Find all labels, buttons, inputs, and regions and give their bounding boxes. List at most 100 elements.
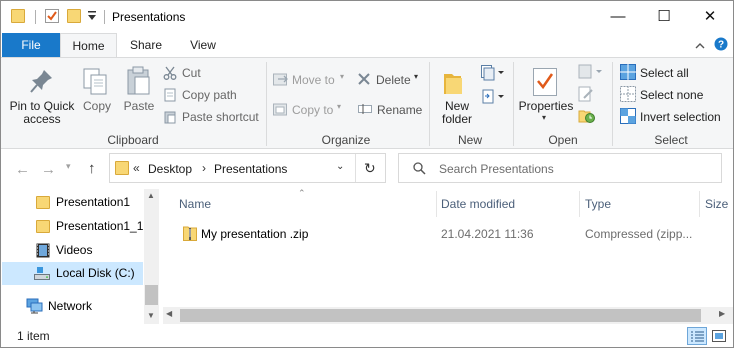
large-icons-view-button[interactable] [710,328,728,344]
open-button[interactable] [578,64,606,84]
column-separator [579,191,580,217]
breadcrumb-desktop[interactable]: Desktop [148,162,192,176]
forward-arrow-icon[interactable]: → [41,161,56,178]
customize-quick-access-icon[interactable] [88,10,96,25]
recent-locations-icon[interactable]: ▾ [66,161,71,172]
copy-path-button[interactable]: Copy path [163,87,255,105]
move-to-label: Move to [292,73,335,87]
invert-selection-button[interactable]: Invert selection [620,108,730,128]
up-arrow-icon[interactable]: ↑ [88,160,96,177]
tab-view[interactable]: View [177,33,229,58]
rename-button[interactable]: Rename [358,100,422,120]
address-dropdown-icon[interactable]: ⌄ [336,161,344,172]
new-group-label: New [457,133,482,147]
scroll-left-icon[interactable]: ◀ [166,309,172,318]
address-bar[interactable]: « Desktop › Presentations ⌄ ↻ [109,153,386,183]
edit-icon [578,86,593,102]
nav-item-label: Presentation1_1 [56,219,144,233]
file-date-modified: 21.04.2021 11:36 [441,227,534,241]
close-icon: ✕ [703,8,717,25]
breadcrumb-presentations[interactable]: Presentations [214,162,287,176]
column-header-size[interactable]: Size [705,197,728,211]
column-header-date-modified[interactable]: Date modified [441,197,515,211]
back-arrow-icon[interactable]: ← [15,161,30,178]
nav-item-network[interactable]: Network [2,295,143,318]
chevron-down-icon: ▾ [542,113,547,122]
file-list-horizontal-scrollbar[interactable]: ◀ ▶ [163,307,733,324]
open-icon [578,64,602,79]
search-box[interactable]: Search Presentations [398,153,722,183]
network-icon [26,298,43,314]
edit-button[interactable] [578,86,600,106]
nav-item-presentation1[interactable]: Presentation1 [2,191,143,214]
move-to-button[interactable]: Move to ▾ [273,70,351,90]
nav-item-label: Local Disk (C:) [56,266,135,280]
help-icon[interactable]: ? [714,37,728,54]
nav-item-presentation1-1[interactable]: Presentation1_1 [2,215,143,238]
cut-label: Cut [182,66,201,80]
details-view-button[interactable] [687,327,707,345]
nav-item-local-disk[interactable]: Local Disk (C:) [2,262,143,285]
paste-shortcut-button[interactable]: Paste shortcut [163,109,263,127]
refresh-icon[interactable]: ↻ [364,160,376,177]
rename-icon [358,104,372,114]
scrollbar-thumb[interactable] [145,285,158,305]
paste-shortcut-label: Paste shortcut [182,110,259,124]
tab-home[interactable]: Home [60,33,117,58]
properties-check-icon[interactable] [45,9,59,23]
breadcrumb-separator-icon[interactable]: › [202,161,206,175]
select-all-label: Select all [640,66,689,80]
folder-icon [36,196,50,209]
pin-to-quick-access-button[interactable]: Pin to Quick access [8,62,76,128]
history-button[interactable] [578,108,600,128]
sort-indicator-icon: ⌃ [298,188,306,198]
new-item-button[interactable] [481,64,507,84]
new-folder-button[interactable]: New folder [435,62,479,128]
copy-label: Copy [82,99,111,113]
copy-button[interactable]: Copy [80,62,114,128]
copy-to-button[interactable]: Copy to ▾ [273,100,351,120]
scroll-up-icon[interactable]: ▲ [147,191,155,200]
copy-to-icon [273,103,287,116]
pin-icon [30,68,54,97]
delete-button[interactable]: Delete ▾ [358,70,422,90]
minimize-button[interactable]: — [595,1,641,33]
scroll-down-icon[interactable]: ▼ [147,311,155,320]
select-group-label: Select [654,133,688,147]
scrollbar-thumb[interactable] [180,309,701,322]
new-folder-icon[interactable] [67,9,81,23]
column-header-type[interactable]: Type [585,197,611,211]
nav-item-label: Network [48,299,93,313]
file-name[interactable]: My presentation .zip [201,227,308,241]
easy-access-icon [482,89,504,104]
select-none-button[interactable]: Select none [620,86,728,106]
column-header-name[interactable]: Name [179,197,211,211]
collapse-ribbon-icon[interactable] [695,39,705,53]
properties-icon [533,68,557,99]
new-folder-label-2: folder [441,112,473,126]
file-type: Compressed (zipp... [585,227,693,241]
properties-button[interactable]: Properties ▾ [517,62,575,128]
paste-button[interactable]: Paste [121,62,157,128]
overflow-chevron-icon[interactable]: « [133,161,140,175]
copy-path-label: Copy path [182,88,237,102]
new-folder-big-icon [443,70,469,99]
select-all-button[interactable]: Select all [620,64,728,84]
tab-share[interactable]: Share [119,33,173,58]
copy-to-label: Copy to [292,103,334,117]
chevron-down-icon: ▾ [337,102,342,111]
cut-button[interactable]: Cut [163,65,255,83]
easy-access-button[interactable] [481,88,507,108]
close-button[interactable]: ✕ [687,1,733,33]
clipboard-group-label: Clipboard [107,133,159,147]
scroll-right-icon[interactable]: ▶ [719,309,725,318]
search-placeholder: Search Presentations [439,162,554,176]
tab-file[interactable]: File [2,33,60,58]
folder-icon [11,9,25,23]
delete-label: Delete [376,73,411,87]
navigation-pane-scrollbar[interactable]: ▲ ▼ [144,189,159,324]
nav-item-videos[interactable]: Videos [2,239,143,262]
maximize-button[interactable]: ☐ [641,1,687,33]
status-item-count: 1 item [17,329,50,343]
select-none-icon [620,86,636,102]
